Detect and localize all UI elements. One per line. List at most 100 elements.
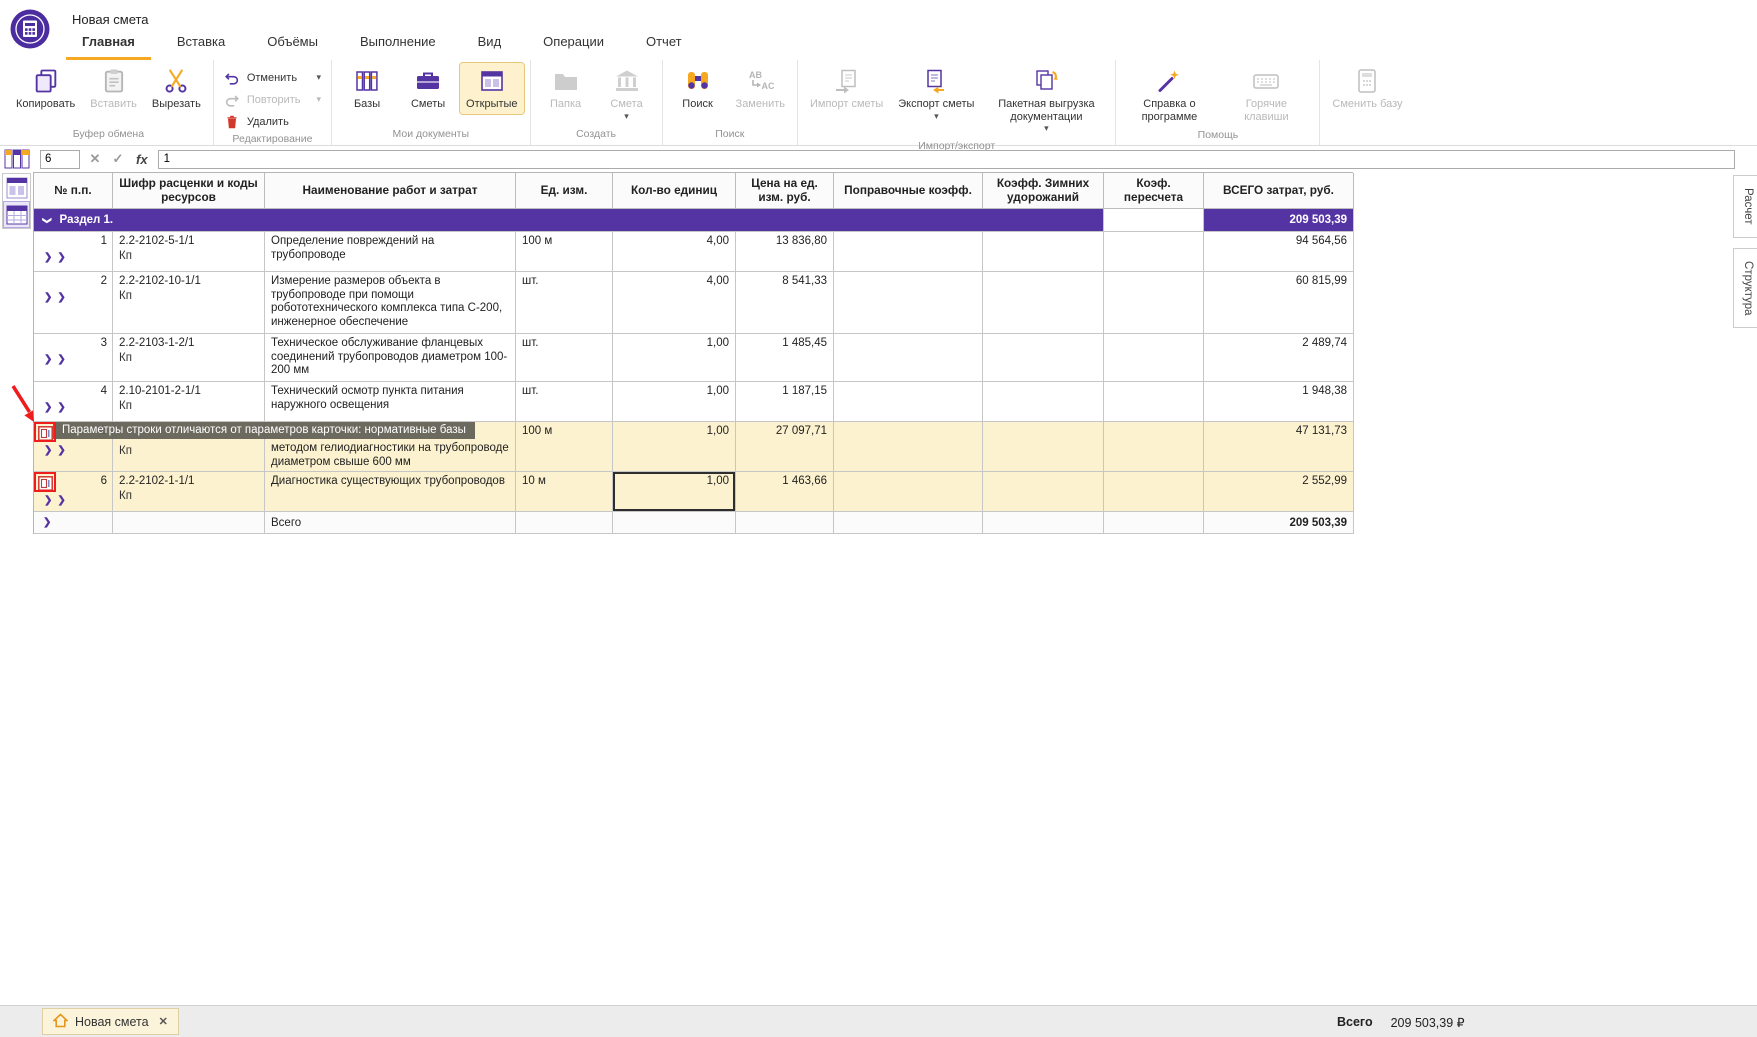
column-header[interactable]: № п.п. bbox=[34, 173, 113, 209]
create-folder-button[interactable]: Папка bbox=[537, 63, 595, 114]
batch-documents-icon bbox=[1031, 66, 1061, 96]
total-row-expand[interactable]: ❯ bbox=[34, 512, 113, 534]
status-total-label: Всего bbox=[1337, 1015, 1373, 1029]
side-tab[interactable]: Структура bbox=[1733, 248, 1757, 329]
quantity-cell[interactable]: 1,00 bbox=[613, 422, 736, 472]
cell-reference-input[interactable] bbox=[40, 150, 80, 169]
menu-tab[interactable]: Вид bbox=[462, 25, 518, 60]
confirm-entry-icon[interactable]: ✓ bbox=[110, 151, 126, 167]
column-header[interactable]: Ед. изм. bbox=[516, 173, 613, 209]
expand-chevrons[interactable]: ❯ ❯ bbox=[39, 354, 107, 365]
correction-coeff-cell bbox=[834, 232, 983, 272]
help-about-button[interactable]: Справка о программе bbox=[1122, 63, 1216, 126]
table-view-icon[interactable] bbox=[3, 201, 30, 228]
section-row[interactable]: ❯ Раздел 1. 209 503,39 bbox=[34, 209, 1353, 232]
work-name-cell: Технический осмотр пункта питания наружн… bbox=[265, 382, 516, 422]
sheet-grid-icon[interactable] bbox=[0, 148, 33, 170]
quantity-cell[interactable]: 4,00 bbox=[613, 232, 736, 272]
row-number-line: 1 bbox=[39, 235, 107, 248]
open-documents-button[interactable]: Открытые bbox=[460, 63, 524, 114]
change-base-button[interactable]: Сменить базу bbox=[1326, 63, 1408, 114]
chevron-right-icon[interactable]: ❯ bbox=[40, 517, 51, 528]
dropdown-icon[interactable]: ▾ bbox=[624, 111, 629, 122]
redo-icon bbox=[224, 91, 241, 108]
close-icon[interactable]: ✕ bbox=[159, 1015, 168, 1028]
column-header[interactable]: Коэфф. Зимних удорожаний bbox=[983, 173, 1104, 209]
expand-chevrons[interactable]: ❯ ❯ bbox=[39, 402, 107, 413]
winter-coeff-cell bbox=[983, 382, 1104, 422]
batch-export-button[interactable]: Пакетная выгрузка документации ▾ bbox=[983, 63, 1109, 137]
side-tab[interactable]: Расчет bbox=[1733, 175, 1757, 238]
group-label-editing: Редактирование bbox=[220, 130, 325, 149]
ribbon-group-change-base: Сменить базу bbox=[1320, 60, 1414, 145]
dropdown-icon[interactable]: ▾ bbox=[307, 94, 322, 105]
menu-tab[interactable]: Объёмы bbox=[251, 25, 334, 60]
paste-button[interactable]: Вставить bbox=[84, 63, 143, 114]
estimate-row[interactable]: 4❯ ❯2.10-2101-2-1/1КпТехнический осмотр … bbox=[34, 382, 1353, 422]
estimate-row[interactable]: 6❯ ❯2.2-2102-1-1/1КпДиагностика существу… bbox=[34, 472, 1353, 512]
recalc-coeff-cell bbox=[1104, 272, 1204, 334]
estimate-row[interactable]: 2❯ ❯2.2-2102-10-1/1КпИзмерение размеров … bbox=[34, 272, 1353, 334]
quantity-cell[interactable]: 4,00 bbox=[613, 272, 736, 334]
expand-chevrons[interactable]: ❯ ❯ bbox=[39, 445, 107, 456]
column-header[interactable]: Шифр расценки и коды ресурсов bbox=[113, 173, 265, 209]
menu-tab[interactable]: Операции bbox=[527, 25, 620, 60]
quantity-cell[interactable]: 1,00 bbox=[613, 334, 736, 382]
create-estimate-button[interactable]: Смета ▾ bbox=[598, 63, 656, 125]
kp-coefficient: Кп bbox=[119, 445, 258, 457]
group-label-help: Помощь bbox=[1122, 126, 1313, 145]
hotkeys-button[interactable]: Горячие клавиши bbox=[1219, 63, 1313, 126]
replace-button[interactable]: ABAC Заменить bbox=[730, 63, 791, 114]
row-total-cell: 2 552,99 bbox=[1204, 472, 1354, 512]
column-header[interactable]: Цена на ед. изм. руб. bbox=[736, 173, 834, 209]
expand-chevrons[interactable]: ❯ ❯ bbox=[39, 292, 107, 303]
fx-function-icon[interactable]: fx bbox=[133, 152, 151, 167]
estimate-row[interactable]: 1❯ ❯2.2-2102-5-1/1КпОпределение поврежде… bbox=[34, 232, 1353, 272]
unit-price-cell: 1 485,45 bbox=[736, 334, 834, 382]
row-number-line: 4 bbox=[39, 385, 107, 398]
menu-tab[interactable]: Вставка bbox=[161, 25, 241, 60]
cut-button[interactable]: Вырезать bbox=[146, 63, 207, 114]
delete-button[interactable]: Удалить bbox=[224, 113, 321, 130]
kp-coefficient: Кп bbox=[119, 250, 258, 262]
formula-input[interactable] bbox=[158, 150, 1735, 169]
estimate-row[interactable]: 3❯ ❯2.2-2103-1-2/1КпТехническое обслужив… bbox=[34, 334, 1353, 382]
row-number: 4 bbox=[101, 385, 107, 397]
search-button[interactable]: Поиск bbox=[669, 63, 727, 114]
menu-tab[interactable]: Отчет bbox=[630, 25, 698, 60]
column-header[interactable]: ВСЕГО затрат, руб. bbox=[1204, 173, 1354, 209]
expand-chevrons[interactable]: ❯ ❯ bbox=[39, 495, 107, 506]
unit-price-cell: 1 187,15 bbox=[736, 382, 834, 422]
briefcase-icon bbox=[413, 66, 443, 96]
recalc-coeff-cell bbox=[1104, 382, 1204, 422]
dropdown-icon[interactable]: ▾ bbox=[934, 111, 939, 122]
rate-code-cell: 2.2-2102-5-1/1Кп bbox=[113, 232, 265, 272]
dropdown-icon[interactable]: ▾ bbox=[1044, 123, 1049, 134]
unit-price-cell: 8 541,33 bbox=[736, 272, 834, 334]
export-estimate-button[interactable]: Экспорт сметы ▾ bbox=[892, 63, 980, 125]
chevron-down-icon[interactable]: ❯ bbox=[41, 216, 52, 224]
bases-button[interactable]: Базы bbox=[338, 63, 396, 114]
grand-total-row[interactable]: ❯ Всего 209 503,39 bbox=[34, 512, 1353, 534]
column-header[interactable]: Коэф. пересчета bbox=[1104, 173, 1204, 209]
redo-button[interactable]: Повторить ▾ bbox=[224, 91, 321, 108]
dropdown-icon[interactable]: ▾ bbox=[307, 72, 322, 83]
section-label-cell[interactable]: ❯ Раздел 1. bbox=[34, 209, 1104, 232]
row-number-cell: 4 ❯ ❯ bbox=[34, 382, 113, 422]
import-estimate-button[interactable]: Импорт сметы bbox=[804, 63, 889, 114]
cancel-entry-icon[interactable]: ✕ bbox=[87, 151, 103, 167]
undo-button[interactable]: Отменить ▾ bbox=[224, 69, 321, 86]
document-tab[interactable]: Новая смета ✕ bbox=[42, 1008, 179, 1035]
copy-button[interactable]: Копировать bbox=[10, 63, 81, 114]
estimates-button[interactable]: Сметы bbox=[399, 63, 457, 114]
column-header[interactable]: Кол-во единиц bbox=[613, 173, 736, 209]
menu-tab[interactable]: Выполнение bbox=[344, 25, 452, 60]
quantity-cell[interactable]: 1,00 bbox=[613, 472, 736, 512]
split-view-icon[interactable] bbox=[3, 174, 30, 201]
column-header[interactable]: Наименование работ и затрат bbox=[265, 173, 516, 209]
quantity-cell[interactable]: 1,00 bbox=[613, 382, 736, 422]
expand-chevrons[interactable]: ❯ ❯ bbox=[39, 252, 107, 263]
column-header[interactable]: Поправочные коэфф. bbox=[834, 173, 983, 209]
menu-tab[interactable]: Главная bbox=[66, 25, 151, 60]
winter-coeff-cell bbox=[983, 334, 1104, 382]
